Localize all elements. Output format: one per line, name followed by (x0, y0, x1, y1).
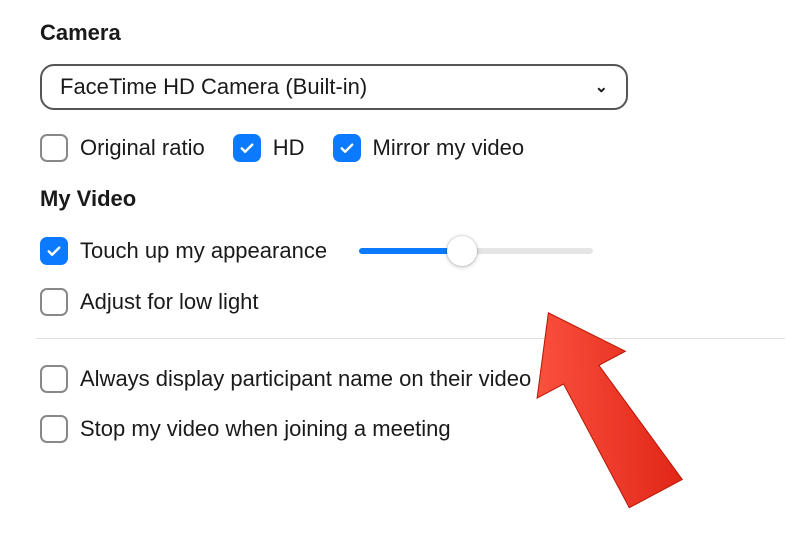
camera-section-title: Camera (40, 20, 760, 46)
mirror-checkbox[interactable]: Mirror my video (333, 134, 525, 162)
checkmark-icon (338, 139, 356, 157)
touch-up-label: Touch up my appearance (80, 238, 327, 264)
arrow-annotation-icon (490, 290, 710, 530)
hd-label: HD (273, 135, 305, 161)
my-video-section-title: My Video (40, 186, 760, 212)
checkmark-icon (238, 139, 256, 157)
stop-on-join-label: Stop my video when joining a meeting (80, 416, 451, 442)
touch-up-checkbox[interactable] (40, 237, 68, 265)
original-ratio-label: Original ratio (80, 135, 205, 161)
stop-on-join-checkbox[interactable] (40, 415, 68, 443)
camera-select-value: FaceTime HD Camera (Built-in) (60, 74, 367, 100)
hd-checkbox[interactable]: HD (233, 134, 305, 162)
divider (36, 338, 785, 339)
slider-thumb[interactable] (447, 236, 477, 266)
show-name-checkbox[interactable] (40, 365, 68, 393)
low-light-checkbox[interactable] (40, 288, 68, 316)
checkmark-icon (45, 242, 63, 260)
mirror-label: Mirror my video (373, 135, 525, 161)
show-name-label: Always display participant name on their… (80, 366, 531, 392)
low-light-label: Adjust for low light (80, 289, 259, 315)
original-ratio-checkbox[interactable]: Original ratio (40, 134, 205, 162)
touch-up-slider[interactable] (359, 236, 593, 266)
camera-select[interactable]: FaceTime HD Camera (Built-in) ⌄ (40, 64, 628, 110)
chevron-down-icon: ⌄ (595, 77, 608, 97)
